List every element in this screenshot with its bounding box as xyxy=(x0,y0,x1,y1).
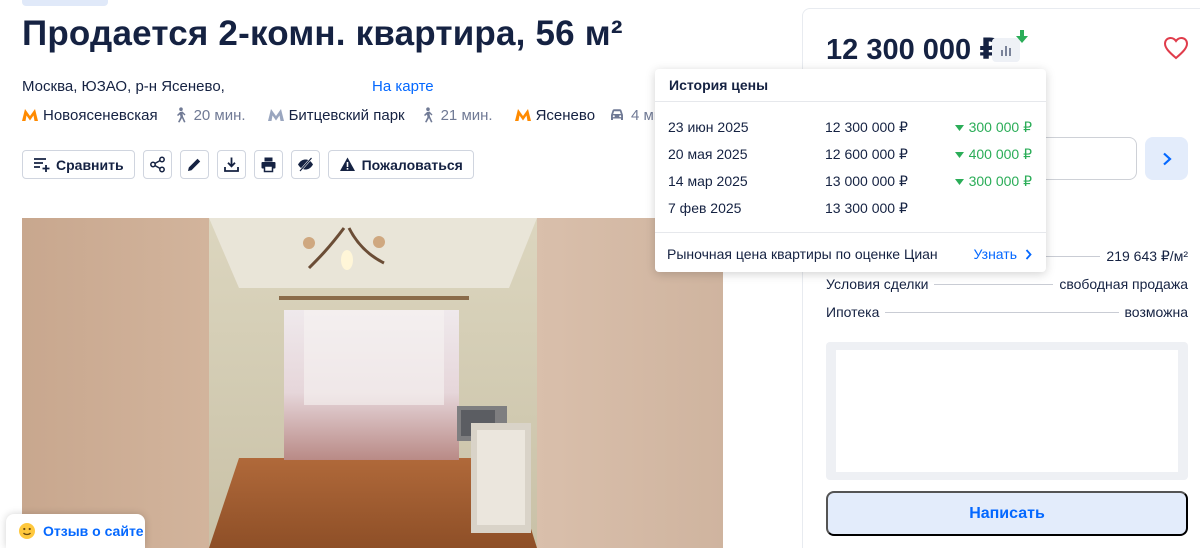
hide-button[interactable] xyxy=(290,150,320,179)
chevron-right-icon xyxy=(1025,248,1032,260)
history-row: 14 мар 2025 13 000 000 ₽ 300 000 ₽ xyxy=(655,173,1046,191)
history-row: 7 фев 2025 13 300 000 ₽ xyxy=(655,200,1046,218)
top-badge xyxy=(22,0,108,6)
history-change: 400 000 ₽ xyxy=(954,146,1032,163)
market-price-label: Рыночная цена квартиры по оценке Циан xyxy=(667,246,938,262)
history-price: 12 600 000 ₽ xyxy=(825,146,908,162)
agent-card-content xyxy=(836,350,1178,472)
feedback-label: Отзыв о сайте xyxy=(43,523,144,539)
print-button[interactable] xyxy=(253,150,283,179)
travel-time: 21 мин. xyxy=(440,106,493,124)
history-date: 20 мая 2025 xyxy=(668,146,748,162)
metro-icon xyxy=(22,109,38,121)
metro-item[interactable]: Битцевский парк 21 мин. xyxy=(267,106,493,124)
photo-gallery[interactable] xyxy=(22,218,723,548)
chevron-right-icon xyxy=(1162,152,1172,165)
compare-button[interactable]: Сравнить xyxy=(22,150,135,179)
change-value: 300 000 ₽ xyxy=(968,173,1032,189)
info-value: 219 643 ₽/м² xyxy=(1106,248,1188,264)
smile-icon xyxy=(19,523,35,539)
info-value: возможна xyxy=(1124,304,1188,320)
pencil-icon xyxy=(187,158,200,171)
site-feedback-button[interactable]: Отзыв о сайте xyxy=(6,514,145,548)
travel-time: 20 мин. xyxy=(193,106,246,124)
walk-icon xyxy=(423,107,433,123)
report-button[interactable]: Пожаловаться xyxy=(327,150,474,179)
action-toolbar: Сравнить Пожаловаться xyxy=(22,150,474,179)
apartment-photo[interactable] xyxy=(209,218,537,548)
compare-label: Сравнить xyxy=(56,156,124,173)
history-date: 14 мар 2025 xyxy=(668,173,748,189)
walk-icon xyxy=(176,107,186,123)
page-title: Продается 2-комн. квартира, 56 м² xyxy=(22,14,623,53)
agent-card xyxy=(826,342,1188,480)
info-value: свободная продажа xyxy=(1059,276,1188,292)
metro-name: Ясенево xyxy=(535,106,596,124)
history-change: 300 000 ₽ xyxy=(954,119,1032,136)
metro-item[interactable]: Новоясеневская 20 мин. xyxy=(22,107,246,124)
metro-item[interactable]: Ясенево 4 мин. xyxy=(514,106,675,124)
printer-icon xyxy=(261,157,276,173)
share-button[interactable] xyxy=(142,150,172,179)
bar-chart-icon xyxy=(1001,46,1011,56)
metro-icon xyxy=(514,109,531,121)
compare-icon xyxy=(34,158,50,172)
market-price-link[interactable]: Узнать xyxy=(974,246,1032,262)
change-value: 400 000 ₽ xyxy=(968,146,1032,162)
metro-name: Новоясеневская xyxy=(43,106,158,124)
map-link[interactable]: На карте xyxy=(372,78,434,95)
decrease-arrow-icon xyxy=(954,151,964,158)
car-icon xyxy=(611,109,624,120)
history-price: 13 000 000 ₽ xyxy=(825,173,908,189)
metro-name: Битцевский парк xyxy=(288,106,405,124)
write-message-button[interactable]: Написать xyxy=(826,491,1188,536)
dotted-leader xyxy=(885,312,1119,313)
divider xyxy=(655,101,1046,102)
submit-arrow-button[interactable] xyxy=(1145,137,1188,180)
download-button[interactable] xyxy=(216,150,246,179)
info-row-deal-terms: Условия сделки свободная продажа xyxy=(826,276,1188,294)
favorite-heart-icon[interactable] xyxy=(1163,36,1189,60)
history-row: 20 мая 2025 12 600 000 ₽ 400 000 ₽ xyxy=(655,146,1046,164)
history-price: 13 300 000 ₽ xyxy=(825,200,908,216)
info-key: Ипотека xyxy=(826,304,880,320)
address: Москва, ЮЗАО, р-н Ясенево, xyxy=(22,78,225,95)
price: 12 300 000 ₽ xyxy=(826,34,1000,66)
info-key: Условия сделки xyxy=(826,276,929,292)
gallery-prev-photo[interactable] xyxy=(22,218,209,548)
metro-list: Новоясеневская 20 мин. Битцевский парк 2… xyxy=(22,105,697,125)
decrease-arrow-icon xyxy=(954,178,964,185)
history-date: 7 фев 2025 xyxy=(668,200,742,216)
report-label: Пожаловаться xyxy=(361,156,463,173)
history-date: 23 июн 2025 xyxy=(668,119,749,135)
eye-off-icon xyxy=(297,157,313,172)
price-down-icon xyxy=(1016,30,1028,43)
history-change: 300 000 ₽ xyxy=(954,173,1032,190)
divider xyxy=(655,232,1046,233)
download-icon xyxy=(223,157,239,172)
history-row: 23 июн 2025 12 300 000 ₽ 300 000 ₽ xyxy=(655,119,1046,137)
dotted-leader xyxy=(934,284,1054,285)
warning-icon xyxy=(339,157,355,171)
popup-title: История цены xyxy=(669,77,769,93)
price-history-popup: История цены 23 июн 2025 12 300 000 ₽ 30… xyxy=(655,69,1046,272)
change-value: 300 000 ₽ xyxy=(968,119,1032,135)
decrease-arrow-icon xyxy=(954,124,964,131)
market-link-label: Узнать xyxy=(973,246,1017,262)
share-icon xyxy=(149,156,165,173)
history-price: 12 300 000 ₽ xyxy=(825,119,908,135)
info-row-mortgage: Ипотека возможна xyxy=(826,304,1188,322)
metro-icon xyxy=(267,109,284,121)
edit-button[interactable] xyxy=(179,150,209,179)
